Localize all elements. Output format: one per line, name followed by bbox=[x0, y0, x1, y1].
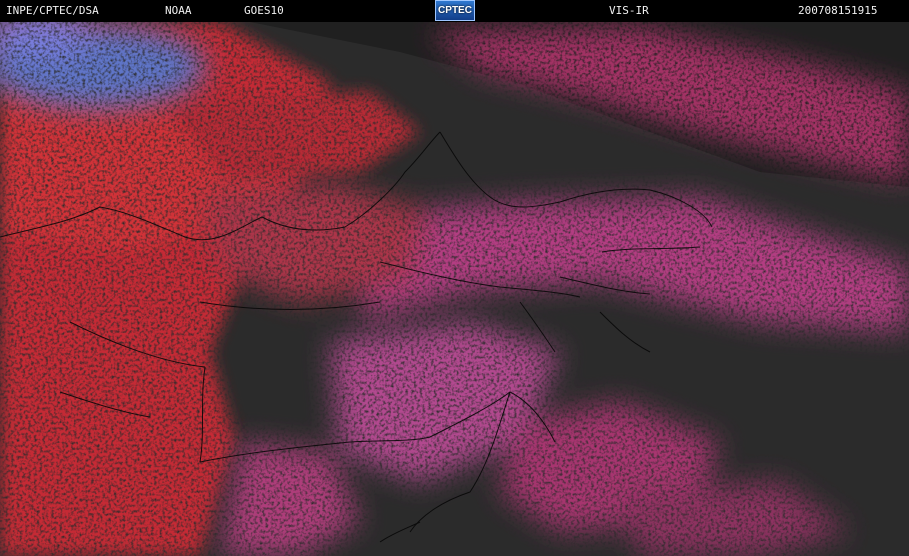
timestamp-label: 200708151915 bbox=[798, 4, 878, 17]
agency-label: NOAA bbox=[165, 4, 192, 17]
satellite-label: GOES10 bbox=[244, 4, 284, 17]
institution-label: INPE/CPTEC/DSA bbox=[6, 4, 99, 17]
satellite-image bbox=[0, 22, 909, 556]
cptec-logo: CPTEC bbox=[435, 0, 475, 21]
image-header: INPE/CPTEC/DSA NOAA GOES10 CPTEC VIS-IR … bbox=[0, 0, 909, 22]
channel-label: VIS-IR bbox=[609, 4, 649, 17]
